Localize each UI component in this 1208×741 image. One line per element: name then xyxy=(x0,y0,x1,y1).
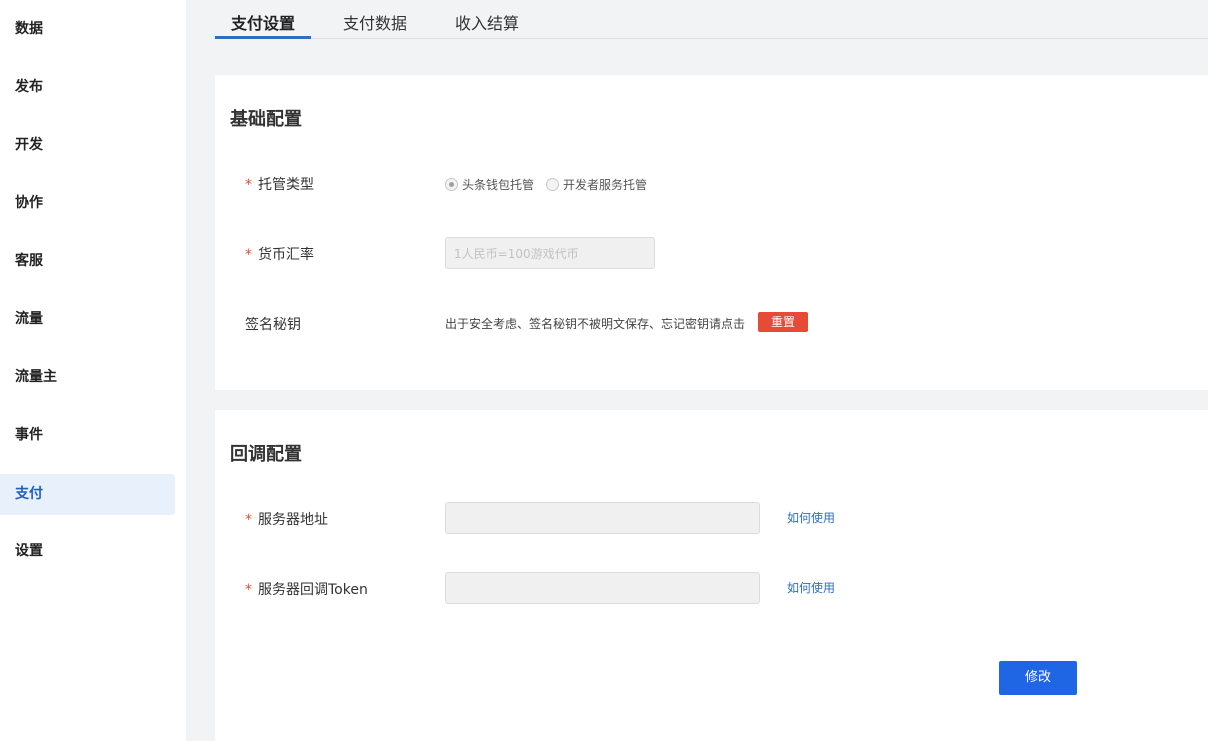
hosting-type-label: * 托管类型 xyxy=(245,177,314,193)
radio-unchecked-icon xyxy=(546,178,559,191)
radio-toutiao-wallet[interactable]: 头条钱包托管 xyxy=(445,176,534,193)
server-url-help-link[interactable]: 如何使用 xyxy=(787,509,835,526)
server-url-label: * 服务器地址 xyxy=(245,512,328,528)
radio-label: 开发者服务托管 xyxy=(563,178,648,192)
sidebar-item-settings[interactable]: 设置 xyxy=(0,531,175,572)
required-mark: * xyxy=(245,582,252,598)
modify-button[interactable]: 修改 xyxy=(999,661,1077,695)
reset-button[interactable]: 重置 xyxy=(758,312,808,332)
basic-config-card: 基础配置 * 托管类型 头条钱包托管 开发者服务托管 * 货币汇率 1人民币=100… xyxy=(215,75,1208,390)
required-mark: * xyxy=(245,512,252,528)
basic-config-title: 基础配置 xyxy=(230,109,302,130)
server-token-label: * 服务器回调Token xyxy=(245,582,368,598)
callback-config-card: 回调配置 * 服务器地址 如何使用 * 服务器回调Token 如何使用 修改 xyxy=(215,410,1208,741)
tab-payment-settings[interactable]: 支付设置 xyxy=(231,10,295,34)
tab-payment-data[interactable]: 支付数据 xyxy=(343,10,407,34)
sidebar: 数据 发布 开发 协作 客服 流量 流量主 事件 支付 设置 xyxy=(0,0,186,741)
active-tab-indicator xyxy=(215,36,311,39)
sidebar-item-traffic-owner[interactable]: 流量主 xyxy=(0,357,175,398)
signature-key-hint: 出于安全考虑、签名秘钥不被明文保存、忘记密钥请点击 xyxy=(445,317,746,331)
required-mark: * xyxy=(245,247,252,263)
sidebar-item-customer-service[interactable]: 客服 xyxy=(0,241,175,282)
sidebar-item-develop[interactable]: 开发 xyxy=(0,125,175,166)
server-token-help-link[interactable]: 如何使用 xyxy=(787,579,835,596)
signature-key-label: 签名秘钥 xyxy=(245,317,301,333)
tab-bar: 支付设置 支付数据 收入结算 xyxy=(215,0,1208,39)
exchange-rate-label: * 货币汇率 xyxy=(245,247,314,263)
sidebar-item-traffic[interactable]: 流量 xyxy=(0,299,175,340)
sidebar-item-events[interactable]: 事件 xyxy=(0,415,175,456)
server-token-input[interactable] xyxy=(445,572,760,604)
sidebar-item-payment[interactable]: 支付 xyxy=(0,474,175,515)
radio-label: 头条钱包托管 xyxy=(462,178,535,192)
tab-income-settlement[interactable]: 收入结算 xyxy=(455,10,519,34)
exchange-rate-input[interactable]: 1人民币=100游戏代币 xyxy=(445,237,655,269)
required-mark: * xyxy=(245,177,252,193)
server-url-input[interactable] xyxy=(445,502,760,534)
radio-checked-icon xyxy=(445,178,458,191)
sidebar-item-collaborate[interactable]: 协作 xyxy=(0,183,175,224)
callback-config-title: 回调配置 xyxy=(230,444,302,465)
radio-developer-service[interactable]: 开发者服务托管 xyxy=(546,176,647,193)
sidebar-item-data[interactable]: 数据 xyxy=(0,9,175,50)
sidebar-item-publish[interactable]: 发布 xyxy=(0,67,175,108)
